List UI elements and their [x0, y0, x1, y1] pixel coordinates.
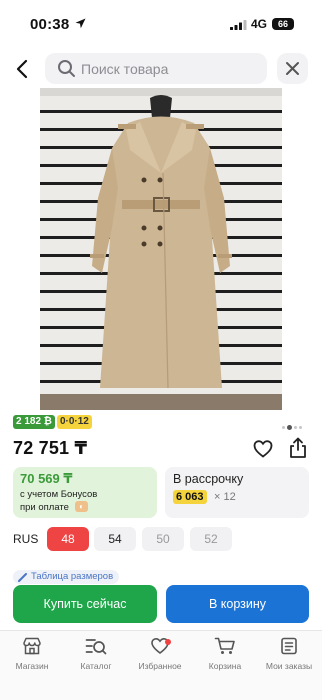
bottom-tab-bar: Магазин Каталог Избранное Корзина Мои за… [0, 630, 322, 700]
tab-cart[interactable]: Корзина [193, 637, 257, 671]
pager-dot-active [287, 425, 292, 431]
image-pager-dots [282, 419, 304, 437]
tab-cart-label: Корзина [208, 661, 242, 671]
size-option-48[interactable]: 48 [47, 527, 89, 551]
back-arrow-icon[interactable] [10, 56, 36, 82]
pager-dot [299, 426, 302, 430]
pager-dot [294, 426, 297, 430]
tab-catalog[interactable]: Каталог [64, 637, 128, 671]
installment-title: В рассрочку [173, 472, 244, 486]
tab-orders-label: Мои заказы [265, 661, 313, 671]
status-bar: 00:38 4G 66 [0, 0, 322, 44]
favorite-heart-icon[interactable] [253, 440, 273, 458]
share-icon[interactable] [288, 437, 308, 459]
search-bar[interactable] [45, 53, 267, 84]
installment-monthly: 6 063 [173, 490, 207, 504]
buy-now-button[interactable]: Купить сейчас [13, 585, 157, 623]
add-to-cart-button[interactable]: В корзину [166, 585, 309, 623]
bonus-note-line2: при оплате [20, 502, 69, 513]
tab-store-label: Магазин [15, 661, 49, 671]
product-image[interactable] [40, 88, 282, 410]
size-selector: RUS 48 54 50 52 [13, 527, 313, 551]
size-table-link[interactable]: Таблица размеров [13, 570, 120, 584]
search-icon [58, 60, 75, 77]
network-type: 4G [251, 17, 268, 31]
status-time: 00:38 [30, 16, 70, 33]
signal-icon [230, 20, 247, 30]
close-icon [286, 62, 299, 75]
reviews-badge: 2 182 ₿ [13, 415, 55, 429]
bonus-note-line1: с учетом Бонусов [20, 489, 98, 500]
bonus-price: 70 569 ₸ [20, 471, 73, 486]
location-arrow-icon [75, 18, 86, 29]
tab-favorites-label: Избранное [138, 661, 182, 671]
tab-store[interactable]: Магазин [0, 637, 64, 671]
timer-badge: 0·0·12 [56, 415, 92, 429]
size-option-54[interactable]: 54 [94, 527, 136, 551]
ruler-icon [18, 573, 27, 582]
size-table-label: Таблица размеров [31, 571, 114, 582]
tab-orders[interactable]: Мои заказы [257, 637, 321, 671]
installment-multiplier: × 12 [214, 491, 236, 503]
cart-icon [214, 637, 235, 654]
tab-catalog-label: Каталог [80, 661, 112, 671]
battery-indicator: 66 [272, 18, 294, 30]
orders-icon [281, 637, 297, 655]
trench-coat-photo [40, 88, 282, 410]
store-icon [23, 637, 41, 655]
product-badges: 2 182 ₿ 0·0·12 [13, 415, 92, 429]
size-option-50[interactable]: 50 [142, 527, 184, 551]
tab-favorites[interactable]: Избранное [128, 637, 192, 671]
close-button[interactable] [277, 53, 308, 84]
catalog-search-icon [85, 639, 107, 655]
favorites-notification-dot [165, 639, 171, 645]
top-header [0, 48, 322, 88]
installment-card[interactable]: В рассрочку 6 063 × 12 [165, 467, 309, 518]
search-input[interactable] [81, 53, 261, 84]
size-system-label: RUS [13, 532, 39, 546]
product-price: 72 751 ₸ [13, 438, 88, 458]
bonus-coin-icon: ◐ [75, 501, 88, 512]
pager-dot [282, 426, 285, 430]
bonus-price-card[interactable]: 70 569 ₸ с учетом Бонусов при оплате ◐ [13, 467, 157, 518]
size-option-52[interactable]: 52 [190, 527, 232, 551]
